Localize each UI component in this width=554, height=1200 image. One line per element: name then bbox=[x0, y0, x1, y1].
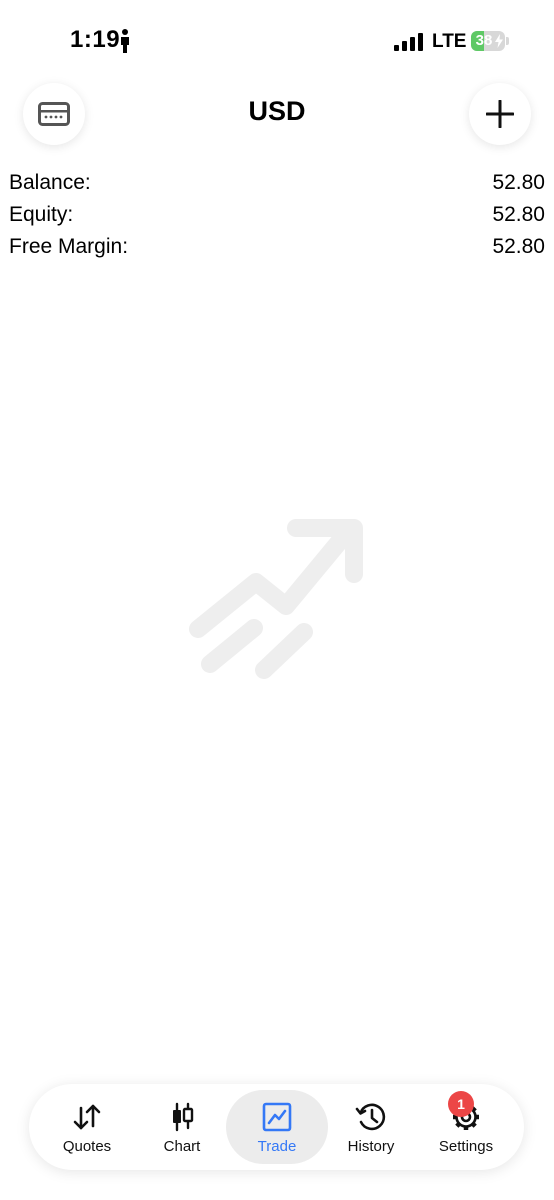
battery-icon: 38 bbox=[471, 31, 505, 51]
battery-cap bbox=[506, 37, 509, 45]
arrows-up-down-icon bbox=[73, 1104, 101, 1130]
equity-value: 52.80 bbox=[492, 203, 545, 226]
free-margin-row: Free Margin: 52.80 bbox=[9, 231, 545, 263]
tab-trade[interactable]: Trade bbox=[226, 1090, 328, 1164]
page-title: USD bbox=[248, 96, 306, 126]
add-button[interactable] bbox=[469, 83, 531, 145]
status-time: 1:19 bbox=[70, 26, 121, 53]
candlestick-icon bbox=[173, 1102, 194, 1132]
tab-chart[interactable]: Chart bbox=[132, 1090, 232, 1164]
equity-label: Equity: bbox=[9, 203, 74, 226]
tab-label: Trade bbox=[257, 1138, 297, 1155]
accounts-button[interactable] bbox=[23, 83, 85, 145]
tab-label: Settings bbox=[438, 1138, 494, 1155]
history-icon bbox=[355, 1103, 386, 1131]
balance-row: Balance: 52.80 bbox=[9, 167, 545, 199]
equity-row: Equity: 52.80 bbox=[9, 199, 545, 231]
balance-label: Balance: bbox=[9, 171, 91, 194]
plus-icon bbox=[486, 100, 514, 128]
tab-history[interactable]: History bbox=[321, 1090, 421, 1164]
battery-level: 38 bbox=[475, 32, 493, 49]
line-chart-icon bbox=[262, 1102, 292, 1132]
trending-up-icon bbox=[189, 519, 363, 679]
free-margin-label: Free Margin: bbox=[9, 235, 129, 258]
notification-badge: 1 bbox=[448, 1091, 474, 1117]
status-bar: 1:19 LTE 38 bbox=[0, 0, 554, 70]
charging-bolt-icon bbox=[495, 34, 503, 48]
account-summary: Balance: 52.80 Equity: 52.80 Free Margin… bbox=[9, 167, 545, 263]
tab-label: Chart bbox=[163, 1138, 201, 1155]
balance-value: 52.80 bbox=[492, 171, 545, 194]
credit-card-icon bbox=[38, 102, 70, 126]
network-label: LTE bbox=[432, 31, 467, 52]
free-margin-value: 52.80 bbox=[492, 235, 545, 258]
person-icon bbox=[121, 29, 129, 53]
signal-icon bbox=[394, 33, 423, 51]
tab-label: Quotes bbox=[62, 1138, 112, 1155]
tab-label: History bbox=[347, 1138, 395, 1155]
tab-quotes[interactable]: Quotes bbox=[37, 1090, 137, 1164]
